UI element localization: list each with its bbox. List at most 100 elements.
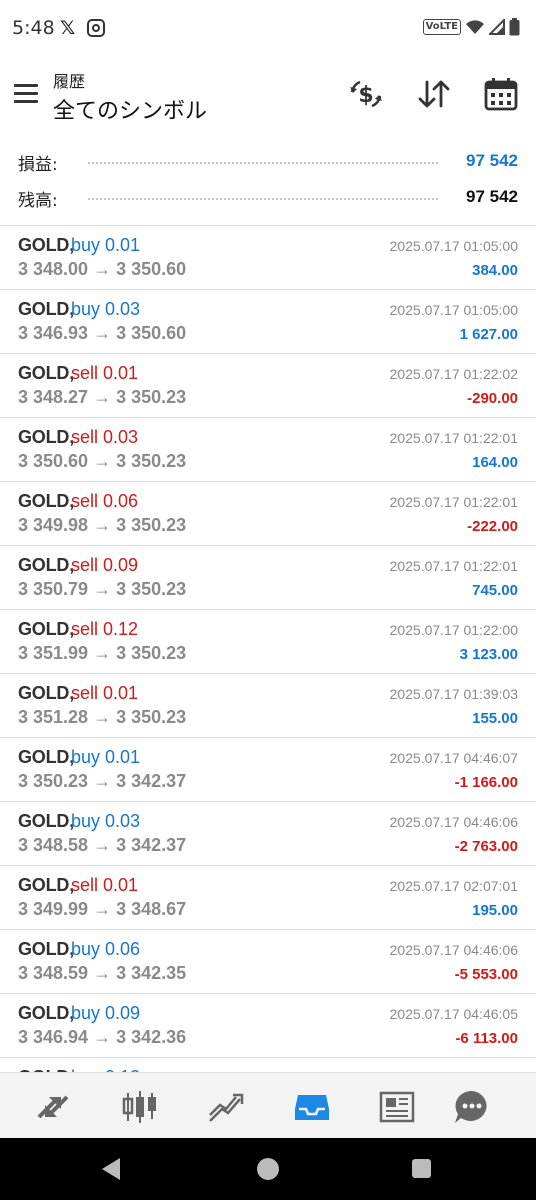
trade-row[interactable]: GOLD, sell 0.12 3 351.99 → 3 350.23 2025.07…: [0, 610, 536, 674]
trade-profit: 195.00: [472, 902, 518, 919]
status-bar: 5:48 𝕏 VoLTE: [0, 0, 536, 56]
profit-row: 損益: 97 542: [18, 144, 518, 180]
trade-profit: 155.00: [472, 710, 518, 727]
trade-prices: 3 346.93 → 3 350.60: [18, 323, 187, 343]
home-icon[interactable]: [257, 1158, 279, 1180]
trade-symbol: GOLD,: [18, 619, 74, 639]
trade-symbol: GOLD,: [18, 1003, 74, 1023]
trade-symbol: GOLD,: [18, 491, 74, 511]
trade-profit: 745.00: [472, 582, 518, 599]
trade-row[interactable]: GOLD, sell 0.01 3 351.28 → 3 350.23 2025.07…: [0, 674, 536, 738]
trade-time: 2025.07.17 01:22:01: [389, 430, 518, 446]
trade-time: 2025.07.17 01:22:00: [389, 622, 518, 638]
currency-exchange-icon[interactable]: $: [348, 76, 384, 112]
trade-prices: 3 349.98 → 3 350.23: [18, 515, 187, 535]
trade-time: 2025.07.17 02:07:01: [389, 878, 518, 894]
trade-symbol: GOLD,: [18, 683, 74, 703]
trade-row[interactable]: GOLD, buy 0.01 3 350.23 → 3 342.37 2025.07.…: [0, 738, 536, 802]
trade-row[interactable]: GOLD, sell 0.01 3 349.99 → 3 348.67 2025.07…: [0, 866, 536, 930]
trade-time: 2025.07.17 01:22:01: [389, 558, 518, 574]
history-icon[interactable]: [292, 1087, 332, 1127]
trade-row[interactable]: GOLD, sell 0.03 3 350.60 → 3 350.23 2025.07…: [0, 418, 536, 482]
trade-prices: 3 348.58 → 3 342.37: [18, 835, 187, 855]
trade-profit: -1 166.00: [454, 774, 518, 791]
trade-row[interactable]: GOLD, buy 0.06 3 348.59 → 3 342.35 2025.07.…: [0, 930, 536, 994]
dotted-leader: [88, 162, 438, 164]
trade-time: 2025.07.17 01:39:03: [389, 686, 518, 702]
trade-profit: 1 627.00: [459, 326, 518, 343]
trade-row[interactable]: GOLD, buy 0.03 3 346.93 → 3 350.60 2025.07.…: [0, 290, 536, 354]
calendar-icon[interactable]: [483, 76, 519, 112]
trade-icon[interactable]: [206, 1087, 246, 1127]
header-subtitle: 履歴: [53, 72, 86, 91]
status-time: 5:48: [12, 17, 55, 39]
bottom-navigation: [0, 1072, 536, 1138]
trade-action: sell 0.01: [71, 363, 139, 383]
recent-apps-icon[interactable]: [412, 1159, 431, 1178]
trade-prices: 3 351.28 → 3 350.23: [18, 707, 187, 727]
trade-action: sell 0.03: [71, 427, 139, 447]
trade-row[interactable]: GOLD, sell 0.06 3 349.98 → 3 350.23 2025.07…: [0, 482, 536, 546]
app-header: 履歴 全てのシンボル $: [0, 56, 536, 136]
trade-action: buy 0.01: [71, 747, 141, 767]
system-navigation-bar: [0, 1138, 536, 1200]
summary-panel: 損益: 97 542 残高: 97 542: [0, 142, 536, 224]
trade-time: 2025.07.17 01:22:02: [389, 366, 518, 382]
trade-history-list[interactable]: GOLD, buy 0.01 3 348.00 → 3 350.60 2025.07.…: [0, 226, 536, 1072]
chart-icon[interactable]: [120, 1087, 160, 1127]
trade-profit: -6 113.00: [455, 1030, 518, 1047]
sort-icon[interactable]: [416, 76, 452, 112]
instagram-icon: [87, 19, 105, 37]
chat-icon[interactable]: [452, 1087, 492, 1127]
trade-time: 2025.07.17 01:22:01: [389, 494, 518, 510]
menu-icon[interactable]: [14, 84, 38, 104]
trade-row[interactable]: GOLD, buy 0.09 3 346.94 → 3 342.36 2025.07.…: [0, 994, 536, 1058]
trade-profit: 164.00: [472, 454, 518, 471]
trade-row[interactable]: GOLD, sell 0.09 3 350.79 → 3 350.23 2025.07…: [0, 546, 536, 610]
signal-icon: [489, 19, 505, 35]
trade-action: sell 0.01: [71, 875, 139, 895]
trade-symbol: GOLD,: [18, 811, 74, 831]
profit-value: 97 542: [466, 151, 518, 170]
trade-time: 2025.07.17 04:46:05: [389, 1006, 518, 1022]
balance-label: 残高:: [18, 191, 58, 211]
page-title[interactable]: 全てのシンボル: [53, 93, 207, 125]
trade-row[interactable]: GOLD, buy 0.01 3 348.00 → 3 350.60 2025.07.…: [0, 226, 536, 290]
battery-icon: [509, 18, 520, 36]
trade-profit: -5 553.00: [454, 966, 518, 983]
profit-label: 損益:: [18, 155, 58, 175]
trade-row[interactable]: GOLD, buy 0.03 3 348.58 → 3 342.37 2025.07.…: [0, 802, 536, 866]
balance-row: 残高: 97 542: [18, 180, 518, 216]
trade-time: 2025.07.17 04:46:06: [389, 942, 518, 958]
trade-symbol: GOLD,: [18, 427, 74, 447]
trade-row[interactable]: GOLD,buy 0.12: [0, 1058, 536, 1072]
trade-action: buy 0.03: [71, 299, 141, 319]
dotted-leader: [88, 198, 438, 200]
x-app-icon: 𝕏: [60, 17, 76, 39]
trade-profit: -290.00: [467, 390, 518, 407]
trade-profit: -2 763.00: [454, 838, 518, 855]
balance-value: 97 542: [466, 187, 518, 206]
trade-time: 2025.07.17 04:46:06: [389, 814, 518, 830]
quotes-icon[interactable]: [33, 1087, 73, 1127]
trade-time: 2025.07.17 01:05:00: [389, 238, 518, 254]
trade-profit: -222.00: [467, 518, 518, 535]
trade-action: buy 0.06: [71, 939, 141, 959]
trade-action: sell 0.06: [71, 491, 139, 511]
trade-symbol: GOLD,: [18, 555, 74, 575]
trade-action: buy 0.03: [71, 811, 141, 831]
trade-action: sell 0.09: [71, 555, 139, 575]
trade-time: 2025.07.17 04:46:07: [389, 750, 518, 766]
news-icon[interactable]: [377, 1087, 417, 1127]
trade-prices: 3 348.00 → 3 350.60: [18, 259, 187, 279]
trade-action: buy 0.01: [71, 235, 141, 255]
back-icon[interactable]: [102, 1158, 120, 1180]
trade-action: buy 0.09: [71, 1003, 141, 1023]
trade-symbol: GOLD,: [18, 939, 74, 959]
trade-prices: 3 349.99 → 3 348.67: [18, 899, 187, 919]
trade-row[interactable]: GOLD, sell 0.01 3 348.27 → 3 350.23 2025.07…: [0, 354, 536, 418]
trade-prices: 3 350.79 → 3 350.23: [18, 579, 187, 599]
trade-prices: 3 346.94 → 3 342.36: [18, 1027, 187, 1047]
trade-action: sell 0.12: [71, 619, 139, 639]
trade-prices: 3 350.23 → 3 342.37: [18, 771, 187, 791]
